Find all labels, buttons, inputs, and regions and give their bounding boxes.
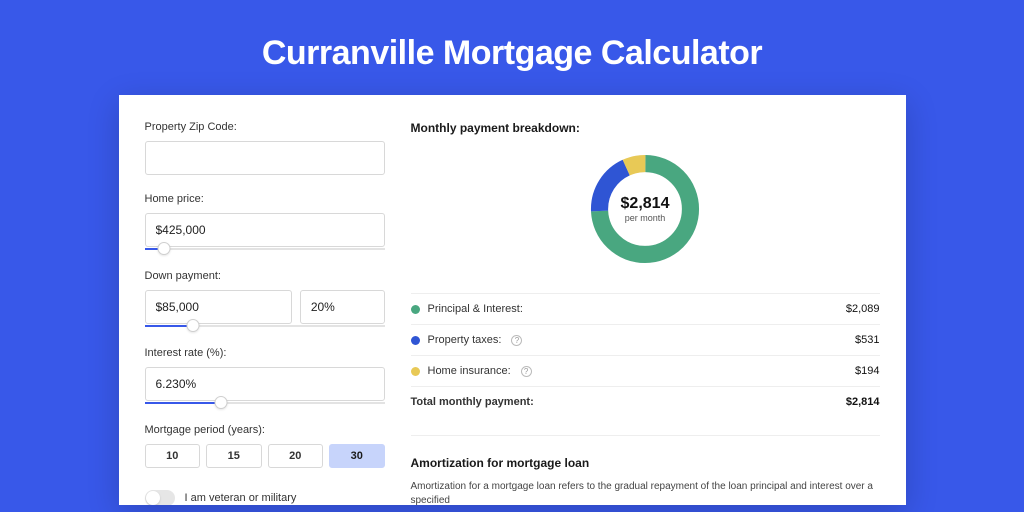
period-selector: 10 15 20 30 [145,444,385,468]
legend-value: $2,089 [846,303,880,315]
veteran-label: I am veteran or military [185,492,297,504]
period-label: Mortgage period (years): [145,424,385,436]
total-label: Total monthly payment: [411,396,534,408]
down-payment-label: Down payment: [145,270,385,282]
down-payment-percent-input[interactable] [300,290,385,324]
donut-center-sub: per month [625,213,666,223]
toggle-knob [146,491,160,505]
legend-label: Property taxes: [428,334,502,346]
swatch-blue [411,336,420,345]
interest-rate-label: Interest rate (%): [145,347,385,359]
period-option-15[interactable]: 15 [206,444,262,468]
period-option-30[interactable]: 30 [329,444,385,468]
legend-row-principal: Principal & Interest: $2,089 [411,293,880,324]
info-icon[interactable]: ? [511,335,522,346]
swatch-green [411,305,420,314]
divider [411,435,880,436]
zip-label: Property Zip Code: [145,121,385,133]
down-payment-slider[interactable] [145,323,385,333]
interest-rate-input[interactable] [145,367,385,401]
home-price-input[interactable] [145,213,385,247]
breakdown-column: Monthly payment breakdown: $2,814 per mo… [411,121,880,505]
veteran-toggle[interactable] [145,490,175,505]
legend-row-taxes: Property taxes: ? $531 [411,324,880,355]
home-price-slider[interactable] [145,246,385,256]
calculator-card: Property Zip Code: Home price: Down paym… [119,95,906,505]
legend-label: Principal & Interest: [428,303,523,315]
inputs-column: Property Zip Code: Home price: Down paym… [145,121,385,505]
amortization-text: Amortization for a mortgage loan refers … [411,480,880,505]
legend-row-insurance: Home insurance: ? $194 [411,355,880,386]
legend-row-total: Total monthly payment: $2,814 [411,386,880,417]
legend-label: Home insurance: [428,365,511,377]
period-option-10[interactable]: 10 [145,444,201,468]
amortization-title: Amortization for mortgage loan [411,456,880,470]
home-price-label: Home price: [145,193,385,205]
period-option-20[interactable]: 20 [268,444,324,468]
zip-input[interactable] [145,141,385,175]
payment-donut-chart: $2,814 per month [411,149,880,269]
swatch-yellow [411,367,420,376]
info-icon[interactable]: ? [521,366,532,377]
down-payment-input[interactable] [145,290,292,324]
breakdown-title: Monthly payment breakdown: [411,121,880,135]
donut-center-amount: $2,814 [621,195,670,213]
page-title: Curranville Mortgage Calculator [0,0,1024,95]
legend-value: $531 [855,334,879,346]
interest-rate-slider[interactable] [145,400,385,410]
total-value: $2,814 [846,396,880,408]
legend-value: $194 [855,365,879,377]
